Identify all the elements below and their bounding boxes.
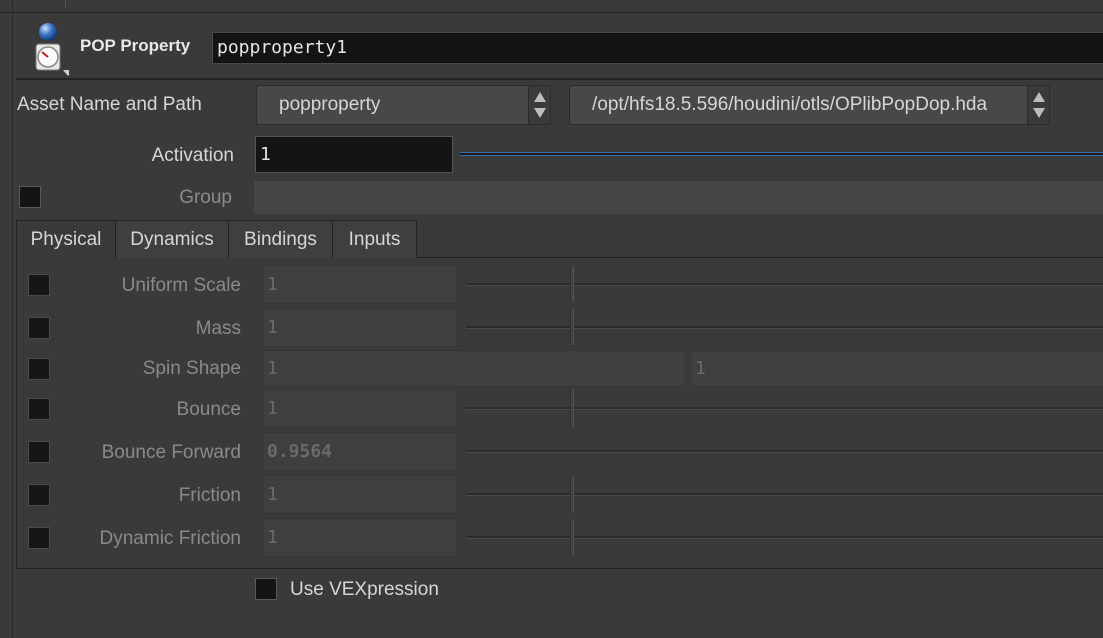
tab-dynamics[interactable]: Dynamics	[115, 220, 229, 258]
use-vexpression-label: Use VEXpression	[290, 579, 439, 600]
friction-slider[interactable]	[466, 493, 1103, 496]
uniform-scale-slider-handle[interactable]	[570, 266, 574, 302]
uniform-scale-checkbox[interactable]	[28, 274, 50, 296]
gutter-line	[12, 13, 13, 638]
asset-name-and-path-label: Asset Name and Path	[17, 94, 202, 115]
divider	[65, 0, 66, 8]
dynamic-friction-checkbox[interactable]	[28, 527, 50, 549]
mass-slider-handle[interactable]	[570, 309, 574, 345]
group-label: Group	[179, 187, 232, 208]
bounce-forward-field[interactable]: 0.9564	[262, 432, 458, 471]
asset-path-spinner[interactable]	[1027, 86, 1049, 124]
arrow-down-icon	[534, 108, 546, 118]
divider	[12, 0, 13, 13]
bounce-slider[interactable]	[466, 407, 1103, 410]
dynamic-friction-label: Dynamic Friction	[99, 528, 241, 549]
friction-checkbox[interactable]	[28, 484, 50, 506]
spin-shape-checkbox[interactable]	[28, 358, 50, 380]
tab-bindings[interactable]: Bindings	[228, 220, 333, 258]
asset-name-spinner[interactable]	[528, 86, 550, 124]
activation-field[interactable]: 1	[255, 136, 453, 173]
asset-name-combo[interactable]: popproperty	[256, 85, 551, 125]
mass-slider[interactable]	[466, 326, 1103, 329]
group-field[interactable]	[254, 181, 1103, 214]
dynamic-friction-field[interactable]: 1	[262, 518, 458, 557]
uniform-scale-field[interactable]: 1	[262, 265, 458, 304]
mass-label: Mass	[195, 318, 241, 339]
bounce-checkbox[interactable]	[28, 398, 50, 420]
spin-shape-field-2[interactable]: 1	[690, 350, 1103, 387]
friction-slider-handle[interactable]	[570, 476, 574, 512]
arrow-down-icon	[1033, 108, 1045, 118]
spin-shape-label: Spin Shape	[142, 358, 241, 379]
bounce-slider-handle[interactable]	[570, 390, 574, 426]
node-type-label: POP Property	[80, 36, 191, 55]
asset-path-combo[interactable]: /opt/hfs18.5.596/houdini/otls/OPlibPopDo…	[569, 85, 1050, 125]
bounce-field[interactable]: 1	[262, 389, 458, 428]
dynamic-friction-slider[interactable]	[466, 536, 1103, 539]
friction-label: Friction	[178, 485, 241, 506]
mass-checkbox[interactable]	[28, 317, 50, 339]
arrow-up-icon	[534, 92, 546, 102]
pop-property-node-icon[interactable]	[33, 21, 73, 77]
arrow-up-icon	[1033, 92, 1045, 102]
friction-field[interactable]: 1	[262, 475, 458, 514]
bounce-forward-slider[interactable]	[466, 450, 1103, 453]
bounce-forward-label: Bounce Forward	[101, 442, 241, 463]
asset-name-value: popproperty	[279, 94, 381, 115]
top-strip	[0, 0, 1103, 13]
spin-shape-field-1[interactable]: 1	[262, 350, 686, 387]
node-name-field[interactable]: popproperty1	[212, 32, 1103, 64]
bounce-forward-checkbox[interactable]	[28, 441, 50, 463]
asset-path-value: /opt/hfs18.5.596/houdini/otls/OPlibPopDo…	[592, 94, 988, 115]
bounce-label: Bounce	[176, 399, 241, 420]
uniform-scale-slider[interactable]	[466, 283, 1103, 286]
use-vexpression-checkbox[interactable]	[255, 578, 277, 600]
tab-physical[interactable]: Physical	[16, 220, 116, 259]
mass-field[interactable]: 1	[262, 308, 458, 347]
activation-slider[interactable]	[460, 152, 1103, 156]
dynamic-friction-slider-handle[interactable]	[570, 519, 574, 555]
group-toggle-checkbox[interactable]	[19, 186, 41, 208]
uniform-scale-label: Uniform Scale	[121, 275, 241, 296]
tab-inputs[interactable]: Inputs	[332, 220, 417, 258]
activation-label: Activation	[151, 145, 234, 166]
